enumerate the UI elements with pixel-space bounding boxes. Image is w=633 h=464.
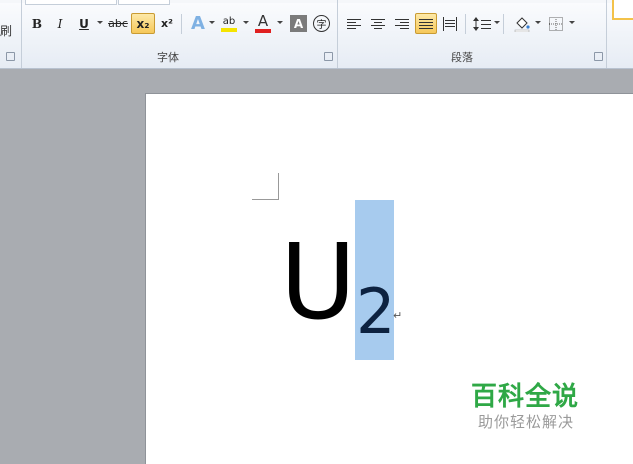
borders-dropdown-icon[interactable] [569, 21, 575, 24]
font-size-field[interactable] [118, 0, 170, 5]
paragraph-group-label: 段落 [451, 51, 473, 64]
subscript-button[interactable]: x₂ [131, 13, 155, 34]
group-separator [21, 0, 22, 68]
text-effect-button[interactable]: A [188, 13, 208, 34]
document-text-subscript[interactable]: 2 [356, 272, 395, 352]
highlight-label: ab [222, 15, 236, 27]
paragraph-mark: ↵ [393, 309, 403, 322]
paragraph-inner-separator [503, 14, 504, 34]
font-color-bar [255, 29, 271, 33]
character-shading-button[interactable]: A [290, 15, 307, 32]
align-center-button[interactable] [368, 13, 388, 34]
underline-button[interactable]: U [75, 13, 93, 34]
font-color-dropdown-icon[interactable] [277, 21, 283, 24]
highlight-color-bar [221, 27, 237, 32]
highlight-dropdown-icon[interactable] [243, 21, 249, 24]
watermark-title: 百科全说 [471, 382, 580, 412]
paragraph-dialog-launcher-icon[interactable] [594, 52, 603, 61]
paint-bucket-icon [514, 16, 530, 32]
align-right-icon [395, 18, 409, 29]
ribbon: 刷 B I U abc x₂ x² A ab A A 字 字体 段落 [0, 0, 633, 69]
shading-button[interactable] [512, 13, 532, 34]
font-color-button[interactable]: A [253, 13, 273, 34]
line-spacing-icon [473, 16, 491, 31]
font-dialog-launcher-icon[interactable] [324, 52, 333, 61]
borders-button[interactable] [546, 13, 566, 34]
document-text-main[interactable]: U [280, 222, 356, 342]
distributed-icon [443, 16, 457, 31]
justify-icon [419, 18, 433, 29]
font-color-label: A [257, 12, 269, 30]
line-spacing-button[interactable] [471, 13, 493, 34]
align-right-button[interactable] [392, 13, 412, 34]
borders-icon [549, 16, 563, 31]
italic-button[interactable]: I [51, 13, 69, 34]
margin-corner-mark [252, 173, 279, 200]
align-center-icon [371, 18, 385, 29]
font-name-field[interactable] [25, 0, 117, 5]
justify-button[interactable] [415, 13, 437, 34]
paragraph-inner-separator [465, 14, 466, 34]
bold-button[interactable]: B [28, 13, 46, 34]
line-spacing-dropdown-icon[interactable] [494, 21, 500, 24]
clipboard-dialog-launcher-icon[interactable] [6, 52, 15, 61]
underline-dropdown-icon[interactable] [97, 21, 103, 24]
format-painter-label[interactable]: 刷 [0, 22, 12, 39]
strikethrough-button[interactable]: abc [107, 13, 129, 34]
group-separator [337, 0, 338, 68]
group-separator [606, 0, 607, 68]
highlight-button[interactable]: ab [218, 13, 240, 34]
font-inner-separator [181, 14, 182, 34]
superscript-button[interactable]: x² [158, 13, 176, 34]
enclose-characters-button[interactable]: 字 [313, 15, 330, 32]
align-left-icon [347, 18, 361, 29]
align-left-button[interactable] [344, 13, 364, 34]
text-effect-dropdown-icon[interactable] [209, 21, 215, 24]
shading-dropdown-icon[interactable] [535, 21, 541, 24]
styles-gallery-edge[interactable] [612, 0, 633, 20]
distributed-button[interactable] [440, 13, 460, 34]
font-group-label: 字体 [157, 51, 179, 64]
watermark-subtitle: 助你轻松解决 [478, 413, 575, 431]
